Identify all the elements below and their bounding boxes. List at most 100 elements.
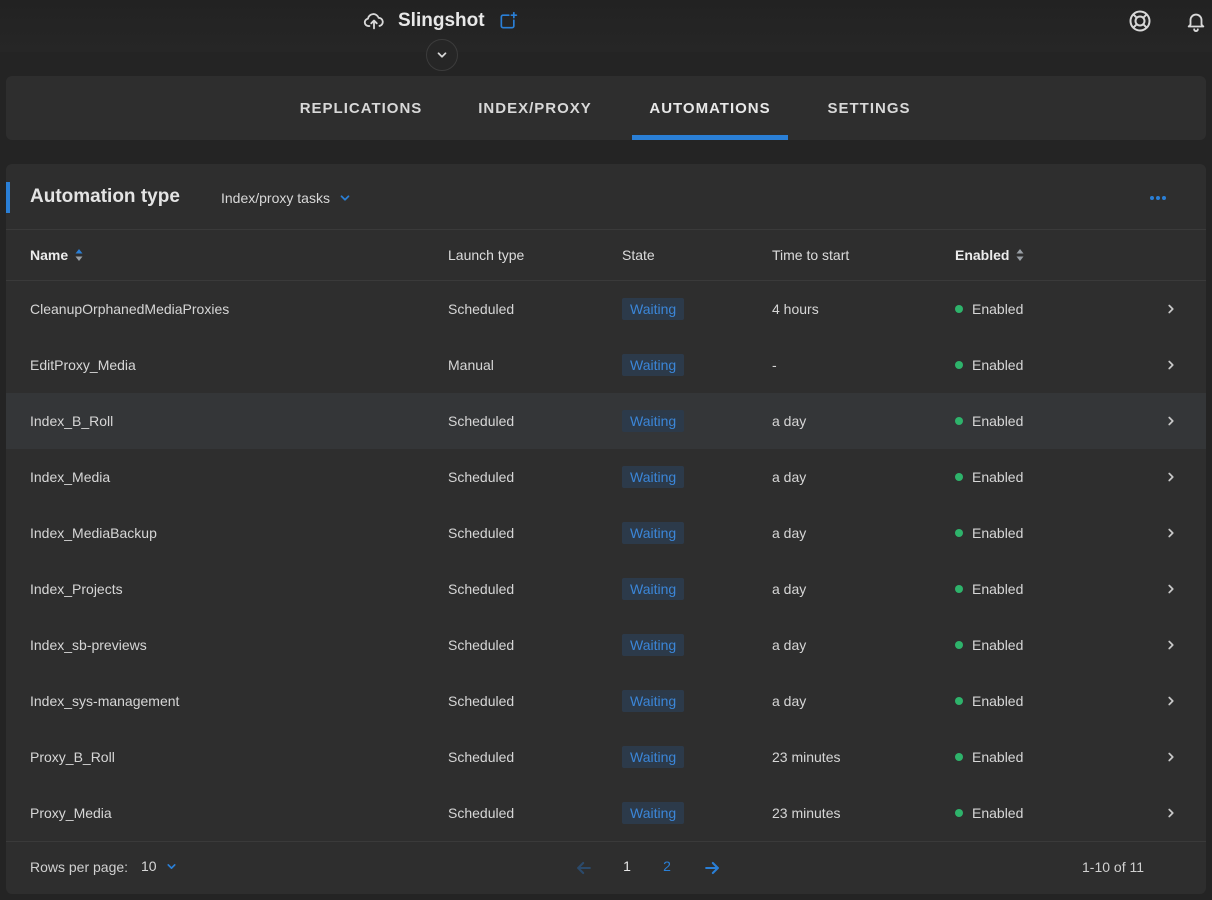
pagination-range: 1-10 of 11 — [1082, 859, 1145, 875]
row-state: Waiting — [622, 393, 685, 449]
enabled-dot-icon — [955, 417, 963, 425]
state-badge: Waiting — [622, 466, 685, 488]
rows-per-page-select[interactable]: 10 — [141, 858, 178, 874]
row-state: Waiting — [622, 729, 685, 785]
rows-per-page-value: 10 — [141, 858, 157, 874]
row-name: CleanupOrphanedMediaProxies — [30, 301, 230, 317]
previous-page-arrow-icon[interactable] — [572, 856, 596, 880]
enabled-dot-icon — [955, 697, 963, 705]
row-state: Waiting — [622, 505, 685, 561]
row-time-to-start: a day — [772, 469, 807, 485]
row-enabled: Enabled — [955, 505, 1023, 561]
tab-index-proxy[interactable]: INDEX/PROXY — [464, 76, 606, 140]
table-row[interactable]: Index_Media Scheduled Waiting a day Enab… — [6, 449, 1206, 505]
row-launch-type: Scheduled — [448, 301, 515, 317]
enabled-dot-icon — [955, 473, 963, 481]
chevron-right-icon[interactable] — [1160, 746, 1182, 768]
chevron-right-icon[interactable] — [1160, 802, 1182, 824]
page-2-button[interactable]: 2 — [657, 858, 677, 874]
column-header-launch-type: Launch type — [448, 247, 525, 263]
table-row[interactable]: Index_B_Roll Scheduled Waiting a day Ena… — [6, 393, 1206, 449]
row-enabled: Enabled — [955, 673, 1023, 729]
table-row[interactable]: Index_MediaBackup Scheduled Waiting a da… — [6, 505, 1206, 561]
card-title: Automation type — [30, 186, 180, 207]
row-time-to-start: 4 hours — [772, 301, 819, 317]
enabled-dot-icon — [955, 641, 963, 649]
chevron-right-icon[interactable] — [1160, 690, 1182, 712]
row-name: Proxy_Media — [30, 805, 112, 821]
row-name: EditProxy_Media — [30, 357, 136, 373]
chevron-right-icon[interactable] — [1160, 410, 1182, 432]
table-row[interactable]: Proxy_Media Scheduled Waiting 23 minutes… — [6, 785, 1206, 841]
row-enabled: Enabled — [955, 337, 1023, 393]
card-accent-bar — [6, 182, 10, 213]
row-state: Waiting — [622, 617, 685, 673]
enabled-dot-icon — [955, 361, 963, 369]
row-enabled: Enabled — [955, 449, 1023, 505]
row-name: Index_B_Roll — [30, 413, 114, 429]
row-launch-type: Scheduled — [448, 749, 515, 765]
row-name: Index_MediaBackup — [30, 525, 157, 541]
row-name: Index_Media — [30, 469, 111, 485]
state-badge: Waiting — [622, 802, 685, 824]
tab-automations[interactable]: AUTOMATIONS — [632, 76, 788, 140]
chevron-right-icon[interactable] — [1160, 578, 1182, 600]
enabled-dot-icon — [955, 809, 963, 817]
row-enabled: Enabled — [955, 281, 1023, 337]
chevron-right-icon[interactable] — [1160, 354, 1182, 376]
row-time-to-start: 23 minutes — [772, 749, 841, 765]
state-badge: Waiting — [622, 354, 685, 376]
table-row[interactable]: Proxy_B_Roll Scheduled Waiting 23 minute… — [6, 729, 1206, 785]
tab-replications[interactable]: REPLICATIONS — [284, 76, 438, 140]
tab-settings[interactable]: SETTINGS — [812, 76, 926, 140]
row-enabled: Enabled — [955, 785, 1023, 841]
enabled-dot-icon — [955, 753, 963, 761]
row-time-to-start: a day — [772, 581, 807, 597]
chevron-right-icon[interactable] — [1160, 634, 1182, 656]
sort-icon — [75, 248, 83, 262]
more-options-icon[interactable] — [1146, 186, 1170, 210]
top-bar: Slingshot — [0, 0, 1212, 52]
table-row[interactable]: CleanupOrphanedMediaProxies Scheduled Wa… — [6, 281, 1206, 337]
state-badge: Waiting — [622, 410, 685, 432]
row-state: Waiting — [622, 561, 685, 617]
row-time-to-start: - — [772, 357, 777, 373]
row-time-to-start: a day — [772, 693, 807, 709]
collapse-header-button[interactable] — [426, 39, 458, 71]
cloud-upload-icon[interactable] — [362, 9, 386, 33]
enabled-dot-icon — [955, 305, 963, 313]
automation-type-select[interactable]: Index/proxy tasks — [221, 190, 352, 206]
row-name: Index_sb-previews — [30, 637, 147, 653]
chevron-right-icon[interactable] — [1160, 466, 1182, 488]
table-row[interactable]: Index_sb-previews Scheduled Waiting a da… — [6, 617, 1206, 673]
row-launch-type: Manual — [448, 357, 494, 373]
enabled-dot-icon — [955, 585, 963, 593]
help-lifebuoy-icon[interactable] — [1127, 8, 1153, 34]
table-header: Name Launch type State Time to start Ena… — [6, 230, 1206, 281]
row-launch-type: Scheduled — [448, 693, 515, 709]
automations-card: Automation type Index/proxy tasks Name L… — [6, 164, 1206, 894]
row-launch-type: Scheduled — [448, 525, 515, 541]
state-badge: Waiting — [622, 746, 685, 768]
chevron-right-icon[interactable] — [1160, 522, 1182, 544]
app-title: Slingshot — [398, 10, 485, 31]
table-row[interactable]: Index_sys-management Scheduled Waiting a… — [6, 673, 1206, 729]
column-header-time-to-start: Time to start — [772, 247, 850, 263]
row-enabled: Enabled — [955, 617, 1023, 673]
column-header-name[interactable]: Name — [30, 230, 83, 280]
table-row[interactable]: Index_Projects Scheduled Waiting a day E… — [6, 561, 1206, 617]
chevron-down-icon — [435, 48, 449, 62]
bell-icon[interactable] — [1183, 8, 1209, 34]
next-page-arrow-icon[interactable] — [700, 856, 724, 880]
state-badge: Waiting — [622, 298, 685, 320]
row-launch-type: Scheduled — [448, 805, 515, 821]
state-badge: Waiting — [622, 690, 685, 712]
column-header-enabled[interactable]: Enabled — [955, 230, 1024, 280]
chevron-right-icon[interactable] — [1160, 298, 1182, 320]
page-1-button[interactable]: 1 — [617, 858, 637, 874]
enabled-dot-icon — [955, 529, 963, 537]
new-window-icon[interactable] — [497, 10, 519, 32]
row-state: Waiting — [622, 449, 685, 505]
column-header-state: State — [622, 247, 655, 263]
table-row[interactable]: EditProxy_Media Manual Waiting - Enabled — [6, 337, 1206, 393]
